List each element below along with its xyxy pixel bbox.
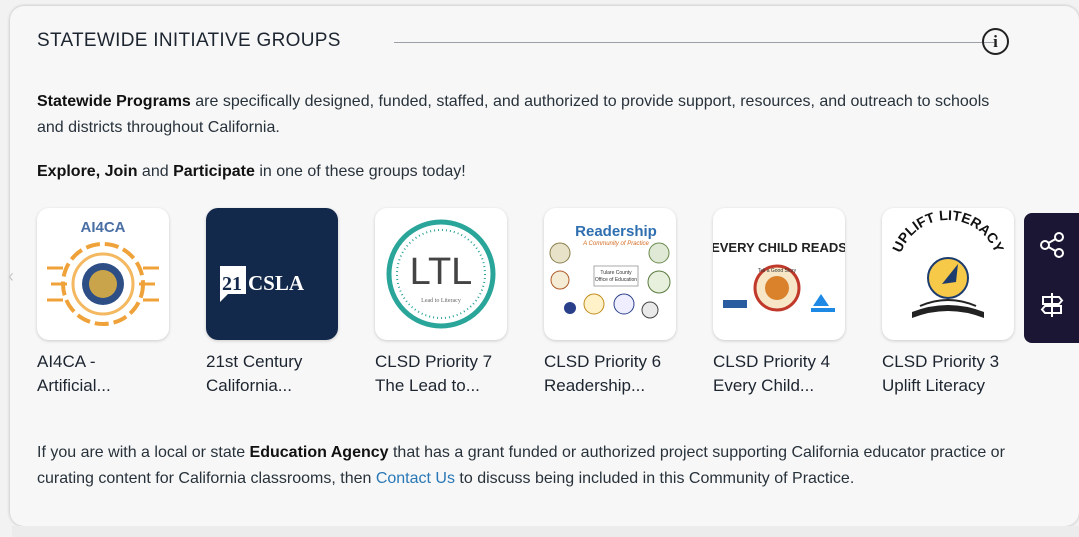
readership-logo-icon: Readership A Community of Practice Tular… bbox=[544, 208, 676, 340]
svg-text:UPLIFT LITERACY: UPLIFT LITERACY bbox=[889, 208, 1008, 255]
svg-text:Tulare County: Tulare County bbox=[600, 270, 632, 276]
group-tile-21csla[interactable]: 21 CSLA 21st Century California... bbox=[206, 208, 340, 398]
signpost-icon[interactable] bbox=[1038, 291, 1066, 319]
group-tile-ltl[interactable]: LTL Lead to Literacy CLSD Priority 7 The … bbox=[375, 208, 509, 398]
svg-text:LTL: LTL bbox=[410, 251, 473, 293]
svg-text:21: 21 bbox=[222, 273, 242, 295]
svg-text:Lead to Literacy: Lead to Literacy bbox=[421, 298, 461, 304]
floating-action-tab bbox=[1024, 213, 1079, 343]
share-icon[interactable] bbox=[1038, 231, 1066, 259]
uplift-literacy-logo-icon: UPLIFT LITERACY bbox=[882, 208, 1014, 340]
section-title: STATEWIDE INITIATIVE GROUPS bbox=[37, 30, 341, 51]
footer-bold: Education Agency bbox=[249, 444, 389, 461]
group-label: CLSD Priority 6 Readership... bbox=[544, 352, 662, 395]
explore-text-1: and bbox=[137, 163, 174, 180]
21csla-logo-icon: 21 CSLA bbox=[206, 208, 338, 340]
svg-text:Office of Education: Office of Education bbox=[595, 277, 637, 283]
group-tile-uplift-literacy[interactable]: UPLIFT LITERACY CLSD Priority 3 Uplift Li… bbox=[882, 208, 1016, 398]
every-child-reads-logo-icon: EVERY CHILD READS Tell a Good Story bbox=[713, 208, 845, 340]
group-tile-ai4ca[interactable]: AI4CA AI4CA - Artificial... bbox=[37, 208, 171, 398]
group-tile-readership[interactable]: Readership A Community of Practice Tular… bbox=[544, 208, 678, 398]
header-divider bbox=[394, 42, 994, 43]
intro-bold: Statewide Programs bbox=[37, 93, 191, 110]
ltl-logo-icon: LTL Lead to Literacy bbox=[375, 208, 507, 340]
ai4ca-logo-text: AI4CA bbox=[80, 219, 125, 236]
intro-paragraph: Statewide Programs are specifically desi… bbox=[37, 89, 997, 141]
group-tile-every-child-reads[interactable]: EVERY CHILD READS Tell a Good Story CLSD… bbox=[713, 208, 847, 398]
explore-bold-1: Explore, Join bbox=[37, 163, 138, 180]
group-label: AI4CA - Artificial... bbox=[37, 352, 111, 395]
explore-bold-2: Participate bbox=[173, 163, 255, 180]
info-icon[interactable]: i bbox=[982, 28, 1009, 55]
carousel-prev-icon[interactable]: ‹ bbox=[8, 266, 14, 287]
circuit-seal-logo-icon: AI4CA bbox=[37, 208, 169, 340]
group-label: CLSD Priority 7 The Lead to... bbox=[375, 352, 493, 395]
svg-text:A Community of Practice: A Community of Practice bbox=[582, 241, 649, 247]
explore-line: Explore, Join and Participate in one of … bbox=[37, 163, 466, 181]
svg-text:Readership: Readership bbox=[575, 223, 657, 240]
svg-text:Tell a Good Story: Tell a Good Story bbox=[758, 268, 797, 274]
svg-text:EVERY CHILD READS: EVERY CHILD READS bbox=[713, 240, 845, 255]
contact-us-link[interactable]: Contact Us bbox=[376, 470, 455, 487]
next-section-edge bbox=[12, 526, 1079, 537]
svg-text:CSLA: CSLA bbox=[248, 271, 305, 295]
group-label: CLSD Priority 4 Every Child... bbox=[713, 352, 831, 395]
group-label: 21st Century California... bbox=[206, 352, 303, 395]
section-header: STATEWIDE INITIATIVE GROUPS i bbox=[37, 28, 1027, 58]
group-label: CLSD Priority 3 Uplift Literacy bbox=[882, 352, 1000, 395]
footer-paragraph: If you are with a local or state Educati… bbox=[37, 444, 1005, 487]
explore-text-2: in one of these groups today! bbox=[254, 163, 466, 180]
